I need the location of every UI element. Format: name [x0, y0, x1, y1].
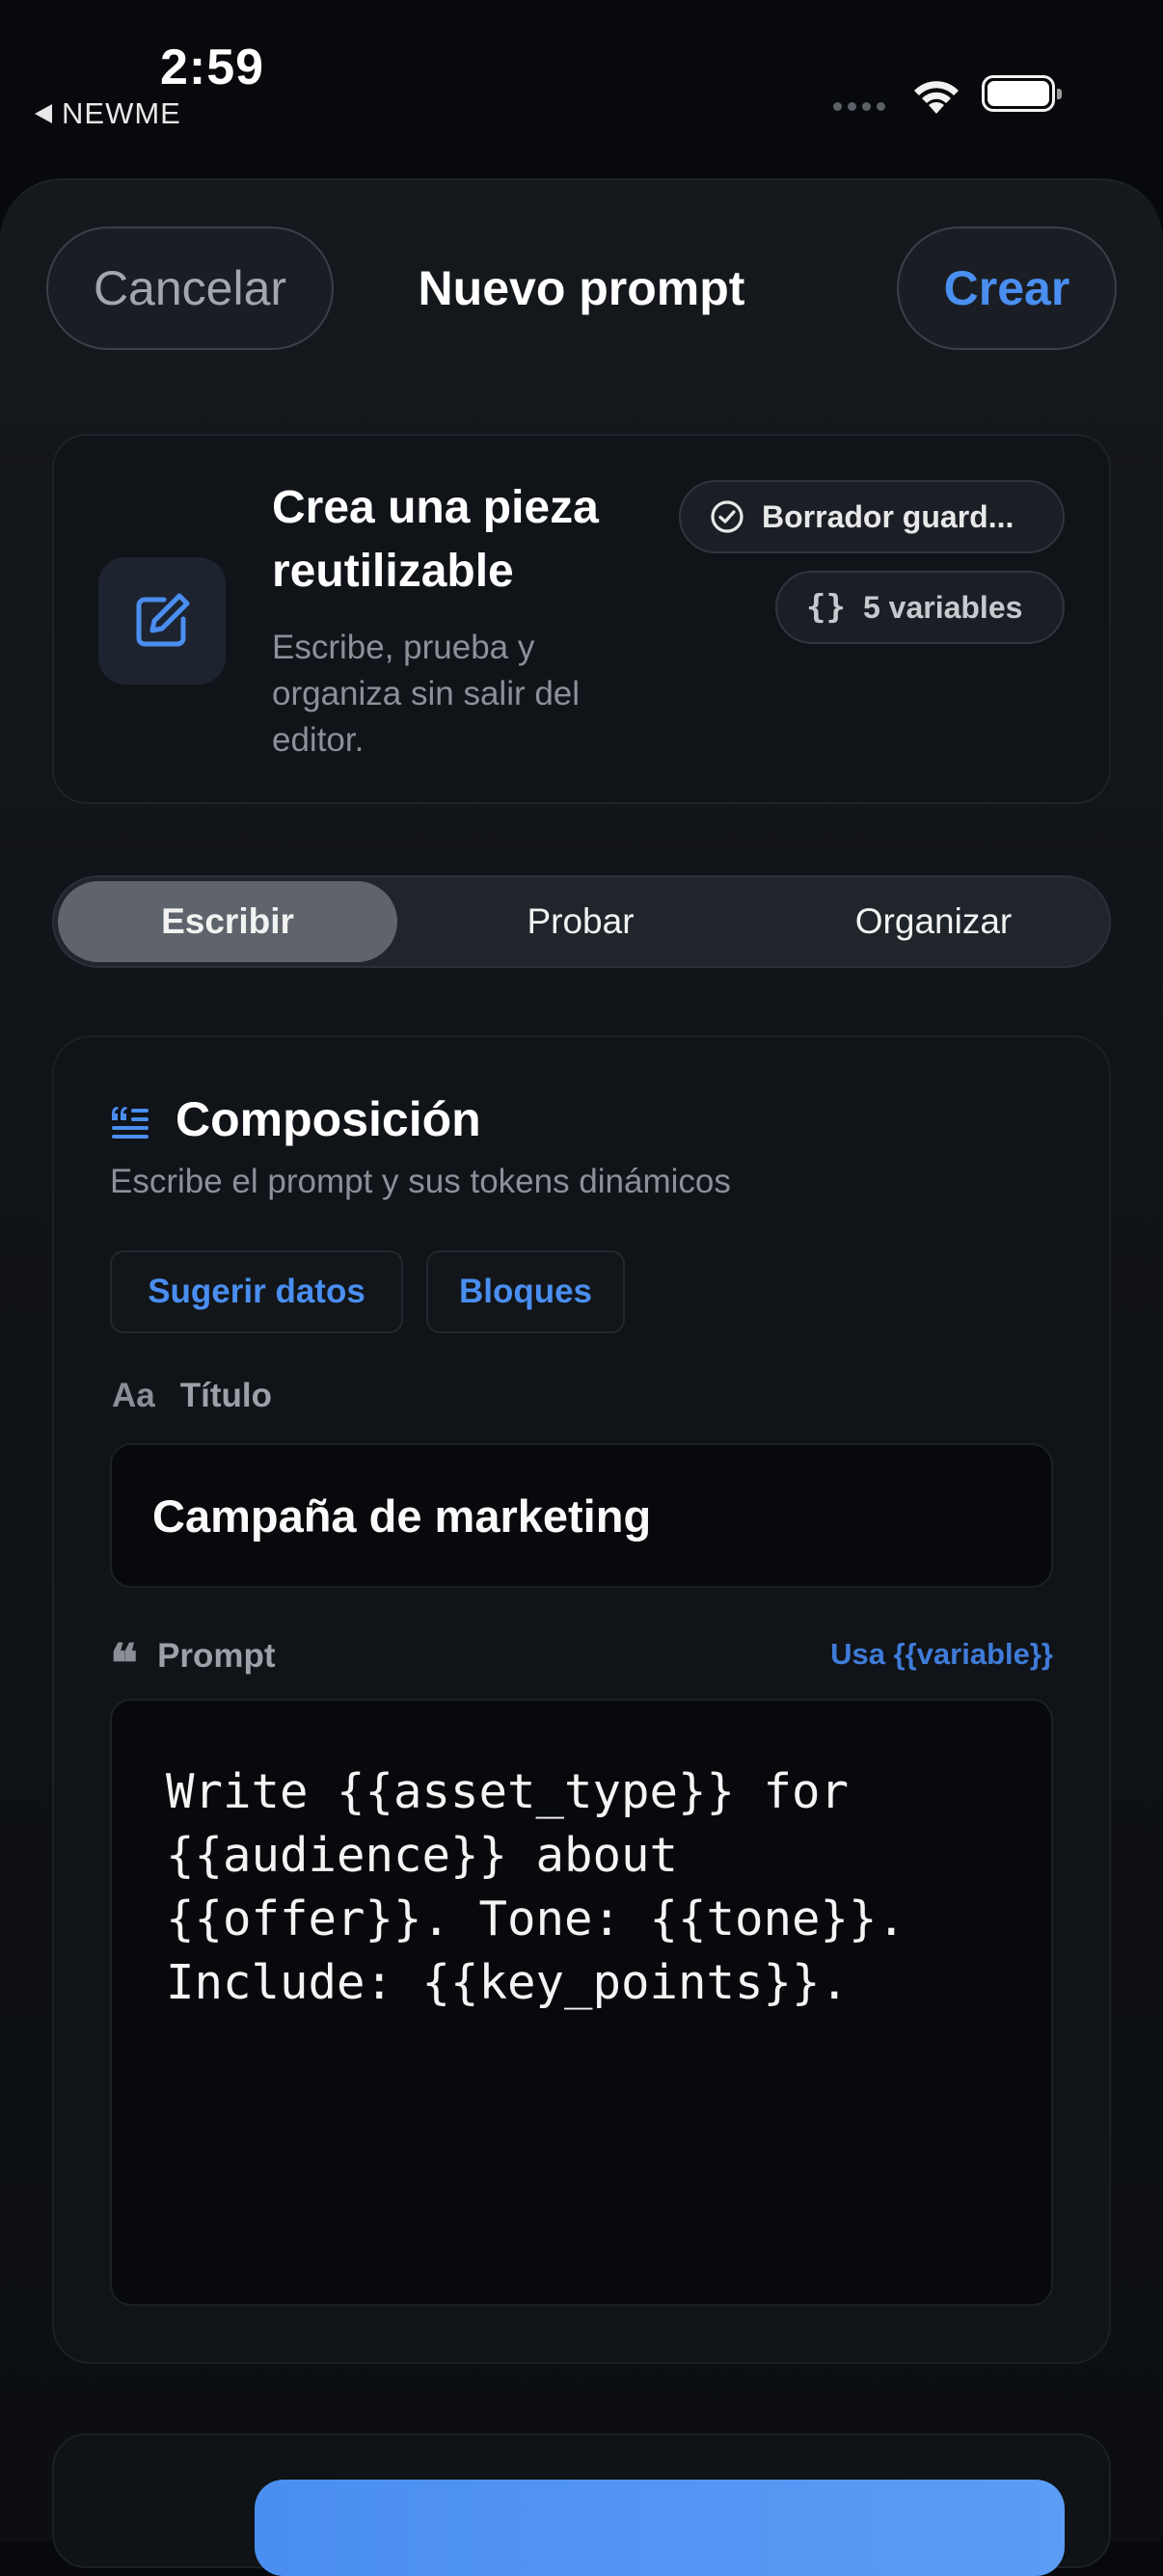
tab-escribir[interactable]: Escribir	[58, 881, 397, 962]
check-circle-icon	[711, 500, 744, 533]
wifi-icon	[910, 75, 962, 119]
blocks-button[interactable]: Bloques	[426, 1250, 625, 1333]
prompt-textarea[interactable]: Write {{asset_type}} for {{audience}} ab…	[110, 1699, 1053, 2306]
primary-action-button[interactable]	[255, 2480, 1065, 2576]
suggest-data-button[interactable]: Sugerir datos	[110, 1250, 403, 1333]
title-field-label: Aa Título	[112, 1377, 272, 1415]
variables-count-label: 5 variables	[862, 589, 1023, 625]
quote-icon: ❝	[110, 1632, 138, 1694]
back-triangle-icon	[35, 104, 52, 123]
text-size-icon: Aa	[112, 1377, 155, 1414]
variables-count-badge: {} 5 variables	[775, 571, 1065, 644]
title-input[interactable]: Campaña de marketing	[110, 1443, 1053, 1588]
variable-hint-link[interactable]: Usa {{variable}}	[830, 1637, 1053, 1672]
draft-saved-label: Borrador guard...	[762, 498, 1014, 534]
tab-organizar[interactable]: Organizar	[764, 881, 1103, 962]
braces-icon: {}	[806, 588, 846, 627]
composition-title: Composición	[176, 1092, 481, 1146]
prompt-field-label: ❝ Prompt	[110, 1632, 276, 1694]
back-to-app-link[interactable]: NEWME	[35, 96, 181, 131]
draft-saved-badge: Borrador guard...	[679, 480, 1065, 553]
status-time: 2:59	[160, 40, 265, 95]
tab-probar[interactable]: Probar	[411, 881, 750, 962]
create-button[interactable]: Crear	[897, 227, 1117, 350]
prompt-label-text: Prompt	[157, 1637, 276, 1675]
composition-subtitle: Escribe el prompt y sus tokens dinámicos	[110, 1163, 731, 1200]
hero-title: Crea una pieza reutilizable	[272, 482, 599, 597]
title-label-text: Título	[179, 1377, 272, 1414]
battery-icon	[982, 75, 1062, 112]
back-app-label: NEWME	[62, 96, 181, 130]
edit-icon	[98, 557, 226, 684]
text-quote-icon	[110, 1105, 150, 1144]
hero-subtitle: Escribe, prueba y organiza sin salir del…	[272, 629, 581, 759]
cellular-signal-icon	[833, 102, 885, 111]
